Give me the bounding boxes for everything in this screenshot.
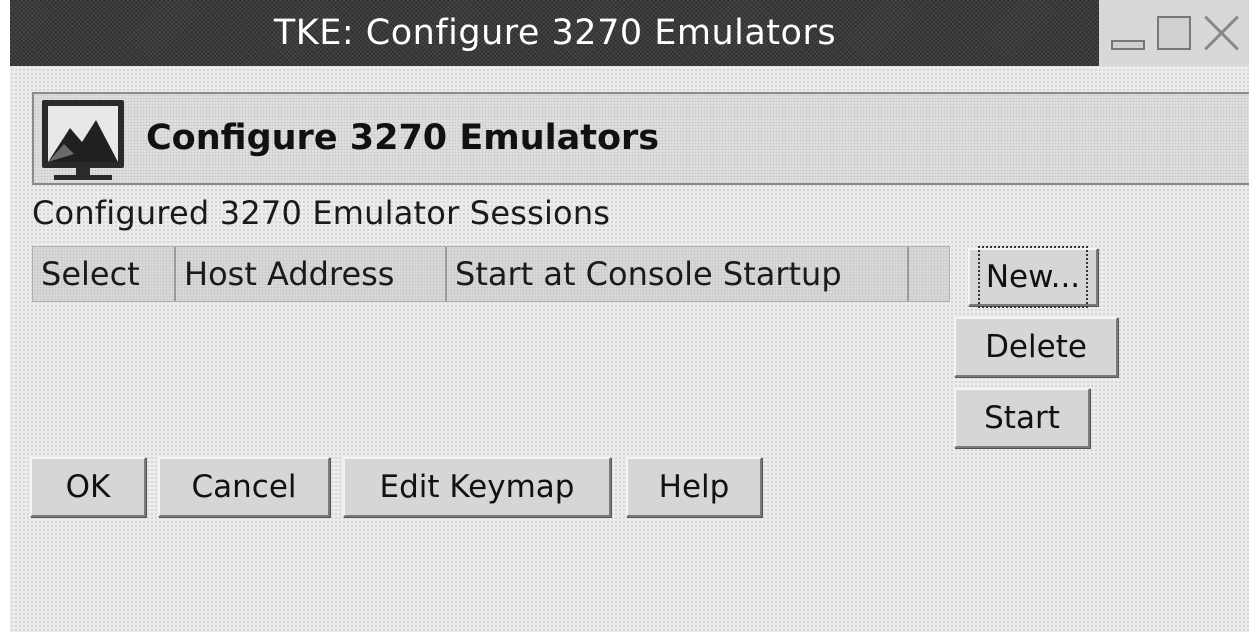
ok-button[interactable]: OK xyxy=(30,457,146,517)
dialog-window: TKE: Configure 3270 Emulators Configure … xyxy=(10,0,1249,632)
new-button-label: New... xyxy=(977,246,1089,308)
monitor-icon xyxy=(42,100,124,180)
page-title: Configure 3270 Emulators xyxy=(146,118,660,158)
column-header-host-address[interactable]: Host Address xyxy=(176,247,447,301)
sessions-label: Configured 3270 Emulator Sessions xyxy=(32,194,611,232)
column-header-start-at-console-startup[interactable]: Start at Console Startup xyxy=(447,247,909,301)
delete-button[interactable]: Delete xyxy=(954,317,1118,377)
sessions-table[interactable]: Select Host Address Start at Console Sta… xyxy=(32,246,950,302)
cancel-button-label: Cancel xyxy=(191,469,297,505)
delete-button-label: Delete xyxy=(985,329,1087,365)
cancel-button[interactable]: Cancel xyxy=(158,457,330,517)
help-button-label: Help xyxy=(658,469,730,505)
edit-keymap-button[interactable]: Edit Keymap xyxy=(343,457,611,517)
ok-button-label: OK xyxy=(65,469,111,505)
column-header-select[interactable]: Select xyxy=(33,247,176,301)
start-button-label: Start xyxy=(984,400,1060,436)
help-button[interactable]: Help xyxy=(626,457,762,517)
minimize-icon[interactable] xyxy=(1107,14,1145,52)
start-button[interactable]: Start xyxy=(954,388,1090,448)
title-bar[interactable]: TKE: Configure 3270 Emulators xyxy=(10,0,1249,66)
window-title: TKE: Configure 3270 Emulators xyxy=(273,13,837,53)
edit-keymap-button-label: Edit Keymap xyxy=(379,469,575,505)
page-header: Configure 3270 Emulators xyxy=(32,92,1249,185)
window-controls xyxy=(1099,0,1249,66)
maximize-icon[interactable] xyxy=(1155,14,1193,52)
new-button[interactable]: New... xyxy=(968,246,1098,308)
close-icon[interactable] xyxy=(1203,14,1241,52)
